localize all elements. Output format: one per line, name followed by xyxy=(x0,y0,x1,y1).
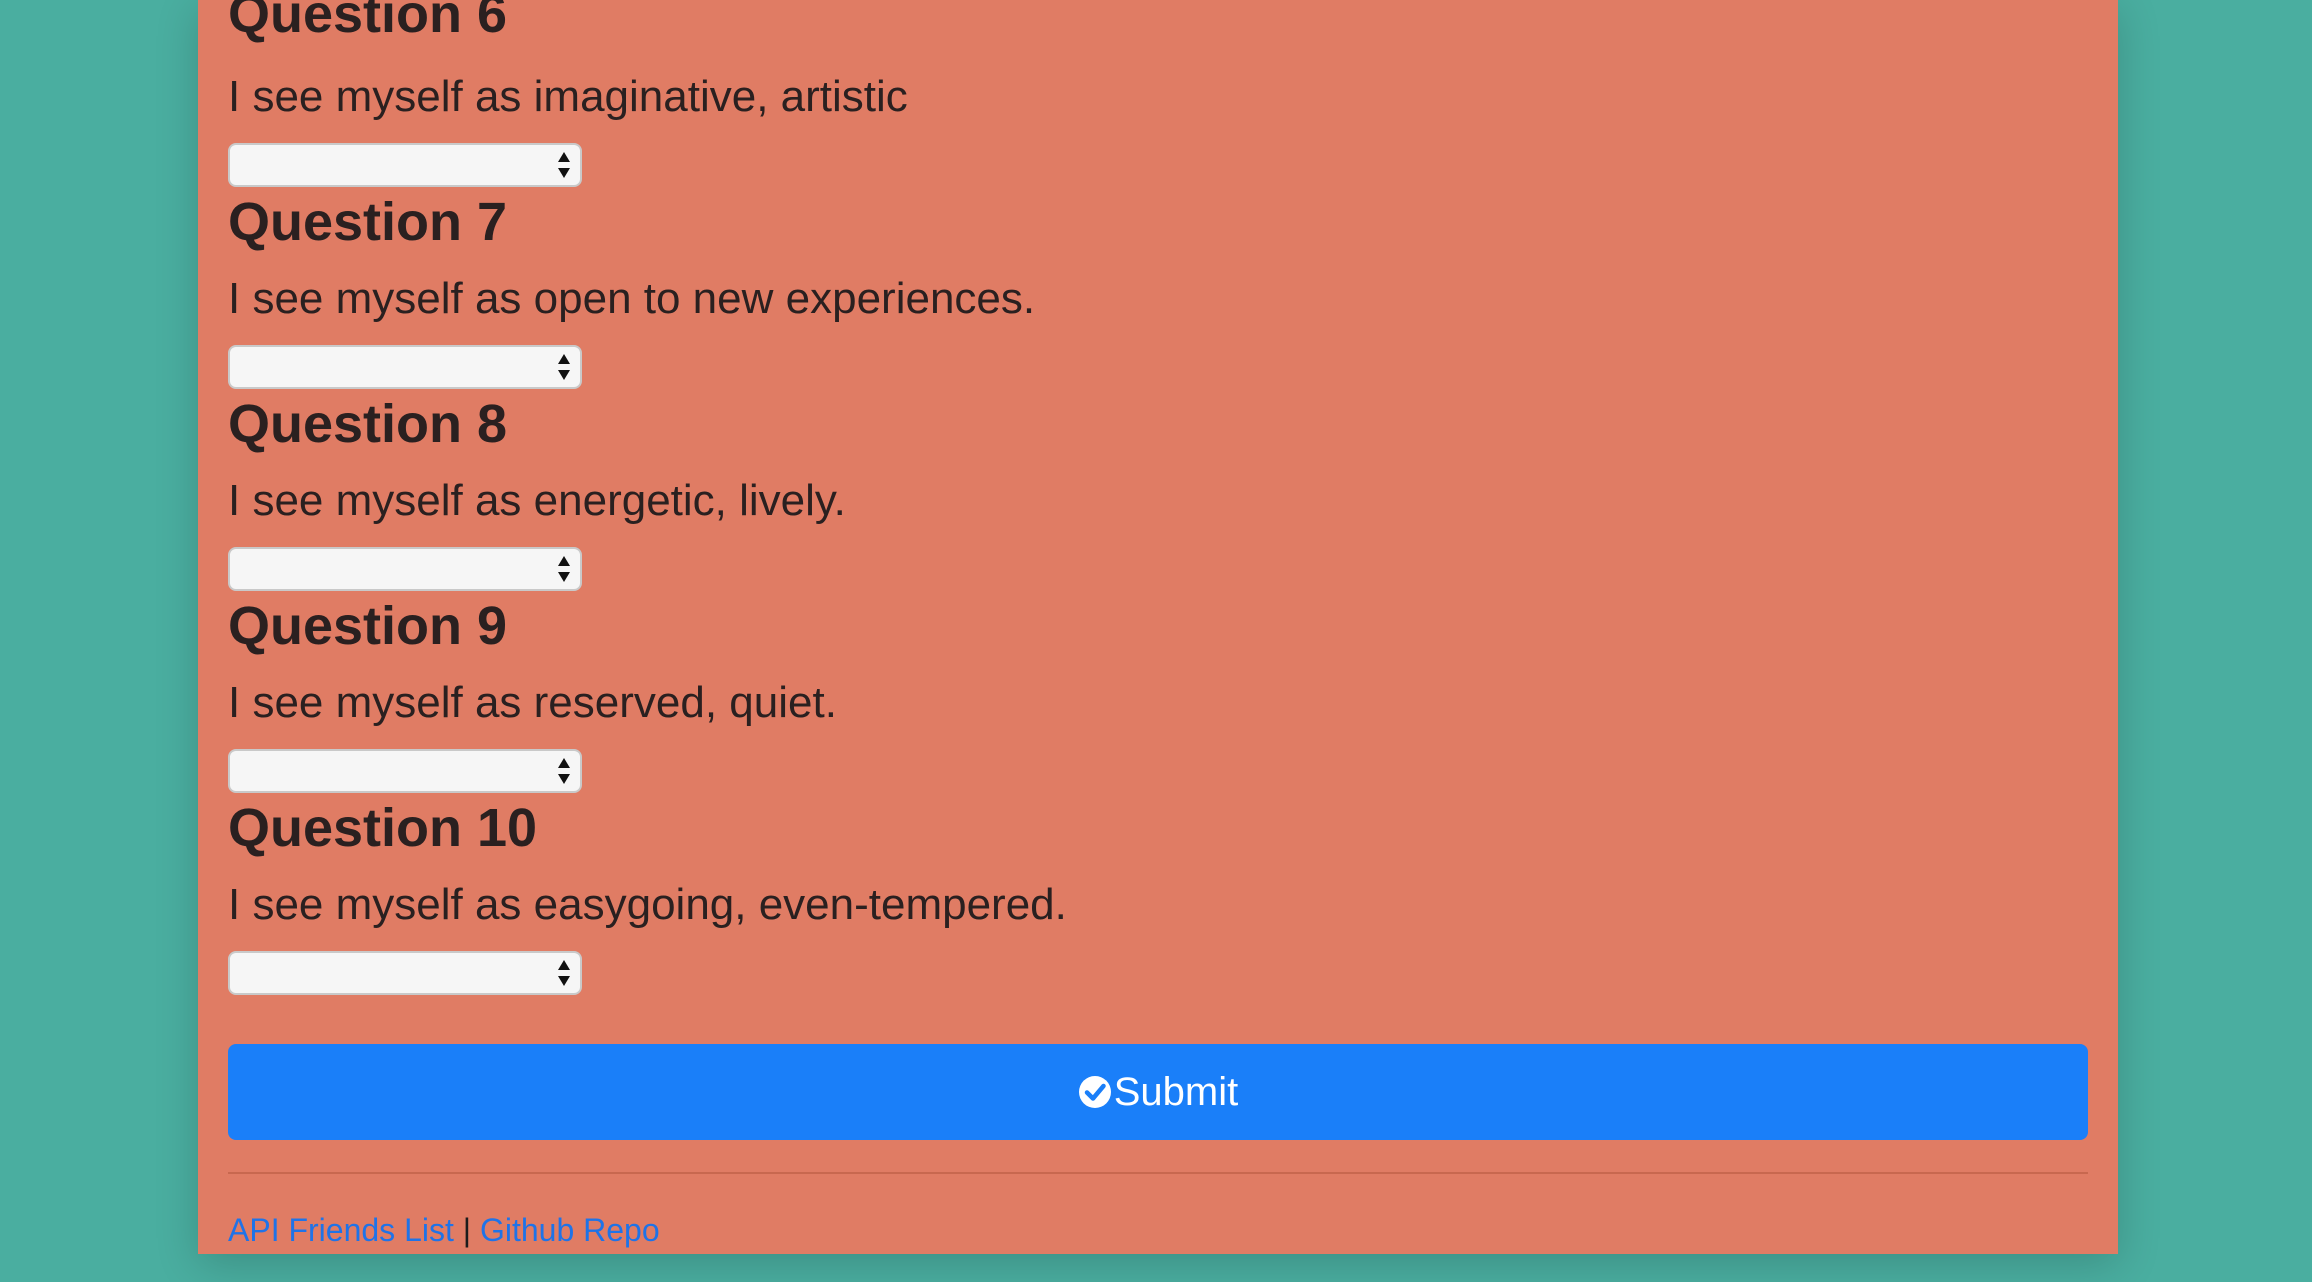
footer-divider xyxy=(228,1172,2088,1174)
question-7-title: Question 7 xyxy=(228,192,508,252)
footer-links: API Friends List | Github Repo xyxy=(228,1210,660,1250)
footer-separator: | xyxy=(462,1212,472,1248)
question-10-text: I see myself as easygoing, even-tempered… xyxy=(228,880,1067,929)
question-6-select[interactable] xyxy=(228,143,582,187)
select-arrows-icon xyxy=(558,556,570,582)
check-circle-icon xyxy=(1078,1076,1111,1108)
select-arrows-icon xyxy=(558,960,570,986)
question-6-title: Question 6 xyxy=(228,0,508,44)
select-arrows-icon xyxy=(558,152,570,178)
api-friends-list-link[interactable]: API Friends List xyxy=(228,1212,454,1248)
survey-card: Question 6 I see myself as imaginative, … xyxy=(198,0,2118,1254)
select-arrows-icon xyxy=(558,758,570,784)
submit-label: Submit xyxy=(1113,1069,1239,1114)
question-7-text: I see myself as open to new experiences. xyxy=(228,274,1036,323)
select-arrows-icon xyxy=(558,354,570,380)
question-9-text: I see myself as reserved, quiet. xyxy=(228,678,837,727)
question-9-title: Question 9 xyxy=(228,596,508,656)
question-8-select[interactable] xyxy=(228,547,582,591)
question-10-select[interactable] xyxy=(228,951,582,995)
question-8-text: I see myself as energetic, lively. xyxy=(228,476,846,525)
question-8-title: Question 8 xyxy=(228,394,508,454)
question-9-select[interactable] xyxy=(228,749,582,793)
question-10-title: Question 10 xyxy=(228,798,538,858)
github-repo-link[interactable]: Github Repo xyxy=(480,1212,660,1248)
question-7-select[interactable] xyxy=(228,345,582,389)
question-6-text: I see myself as imaginative, artistic xyxy=(228,72,908,121)
submit-button[interactable]: Submit xyxy=(228,1044,2088,1140)
